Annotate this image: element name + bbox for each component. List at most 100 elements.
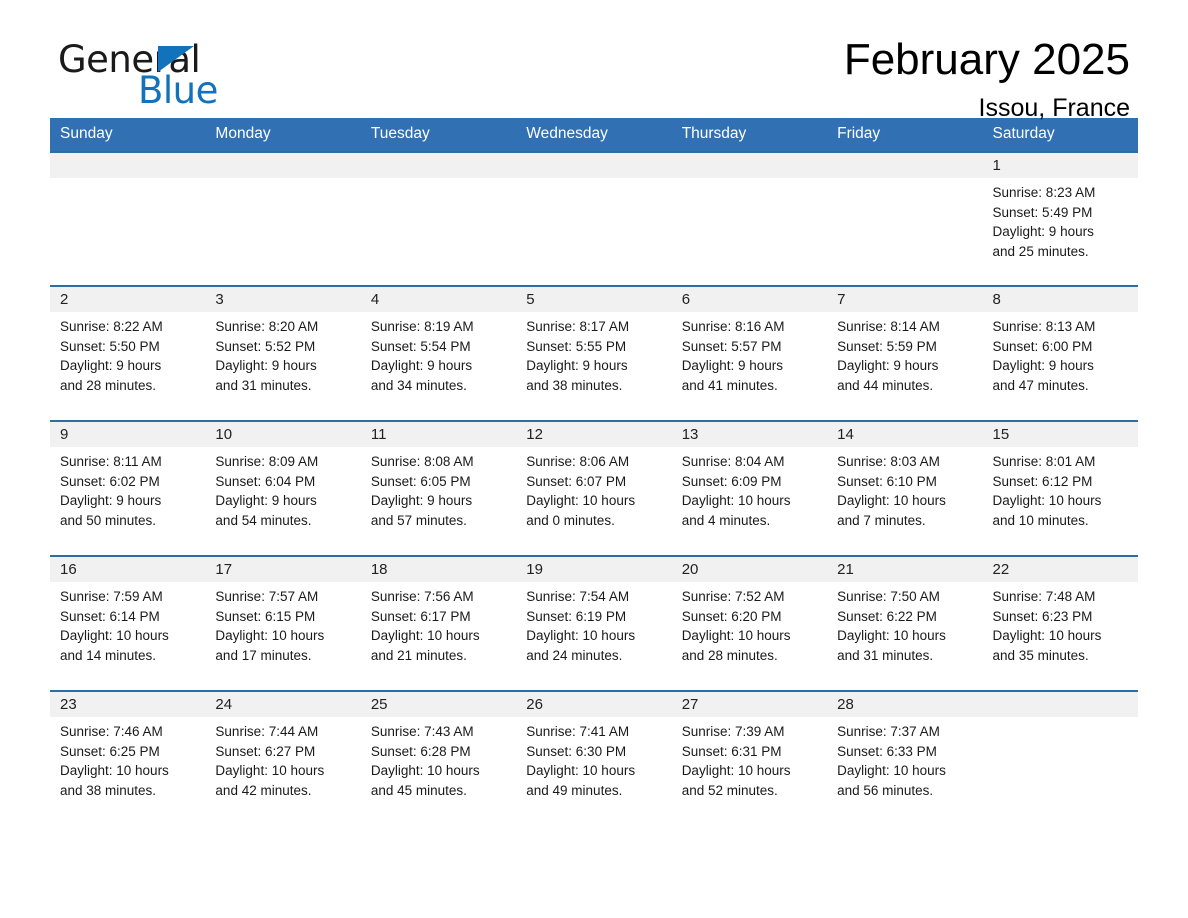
day-details: Sunrise: 7:56 AM Sunset: 6:17 PM Daylight:… xyxy=(361,582,516,665)
sunset-time: Sunset: 6:27 PM xyxy=(215,743,316,759)
sunrise-time: Sunrise: 8:16 AM xyxy=(681,319,785,334)
calendar-day-cell[interactable]: 25 Sunrise: 7:43 AM Sunset: 6:28 PM Dayligh… xyxy=(360,690,517,825)
daylight-duration-line2: and 41 minutes. xyxy=(681,377,778,393)
sunset-time: Sunset: 5:55 PM xyxy=(526,338,627,354)
calendar-day-cell[interactable]: 1 Sunrise: 8:23 AM Sunset: 5:49 PM Daylight… xyxy=(982,151,1138,286)
sunset-time: Sunset: 6:22 PM xyxy=(837,608,937,624)
day-details: Sunrise: 7:46 AM Sunset: 6:25 PM Daylight:… xyxy=(50,717,205,800)
generalblue-logo[interactable]: General Blue xyxy=(58,40,318,112)
calendar-day-cell[interactable]: 12 Sunrise: 8:06 AM Sunset: 6:07 PM Dayligh… xyxy=(516,420,672,556)
calendar-body: 1 Sunrise: 8:23 AM Sunset: 5:49 PM Daylight… xyxy=(50,151,1138,825)
daylight-duration-line1: Daylight: 10 hours xyxy=(681,493,791,509)
day-number: 26 xyxy=(516,692,672,717)
sunset-time: Sunset: 6:30 PM xyxy=(526,743,627,759)
calendar-day-cell[interactable]: 8 Sunrise: 8:13 AM Sunset: 6:00 PM Daylight… xyxy=(982,285,1138,421)
cell-inner: 18 Sunrise: 7:56 AM Sunset: 6:17 PM Dayligh… xyxy=(360,557,517,690)
day-details: Sunrise: 7:37 AM Sunset: 6:33 PM Daylight:… xyxy=(827,717,982,800)
day-number: 2 xyxy=(50,287,206,312)
calendar-day-cell[interactable]: 22 Sunrise: 7:48 AM Sunset: 6:23 PM Dayligh… xyxy=(982,555,1138,691)
calendar-day-cell[interactable]: 7 Sunrise: 8:14 AM Sunset: 5:59 PM Daylight… xyxy=(827,285,983,421)
day-number: 23 xyxy=(50,692,206,717)
daylight-duration-line2: and 49 minutes. xyxy=(526,782,623,798)
cell-inner xyxy=(50,153,206,285)
daylight-duration-line1: Daylight: 10 hours xyxy=(681,763,791,779)
daylight-duration-line1: Daylight: 9 hours xyxy=(215,358,317,374)
cell-inner: 13 Sunrise: 8:04 AM Sunset: 6:09 PM Dayligh… xyxy=(671,422,828,555)
day-details: Sunrise: 8:08 AM Sunset: 6:05 PM Daylight:… xyxy=(361,447,516,530)
day-number: 28 xyxy=(827,692,983,717)
day-number: 21 xyxy=(827,557,983,582)
sunrise-time: Sunrise: 7:46 AM xyxy=(60,724,163,739)
day-details: Sunrise: 8:11 AM Sunset: 6:02 PM Daylight:… xyxy=(50,447,205,530)
sunrise-time: Sunrise: 7:37 AM xyxy=(837,724,940,739)
calendar-day-cell[interactable]: 23 Sunrise: 7:46 AM Sunset: 6:25 PM Dayligh… xyxy=(50,690,206,825)
calendar-day-cell[interactable]: 17 Sunrise: 7:57 AM Sunset: 6:15 PM Dayligh… xyxy=(205,555,361,691)
day-number xyxy=(516,153,672,178)
day-details: Sunrise: 8:06 AM Sunset: 6:07 PM Daylight:… xyxy=(516,447,671,530)
sunrise-time: Sunrise: 8:06 AM xyxy=(526,454,630,469)
sunset-time: Sunset: 6:23 PM xyxy=(992,608,1093,624)
daylight-duration-line1: Daylight: 10 hours xyxy=(526,493,636,509)
sunset-time: Sunset: 6:09 PM xyxy=(681,473,782,489)
daylight-duration-line1: Daylight: 9 hours xyxy=(526,358,628,374)
calendar-day-cell[interactable]: 21 Sunrise: 7:50 AM Sunset: 6:22 PM Dayligh… xyxy=(827,555,983,691)
calendar-day-cell[interactable]: 2 Sunrise: 8:22 AM Sunset: 5:50 PM Daylight… xyxy=(50,285,206,421)
day-number: 4 xyxy=(360,287,517,312)
calendar-day-cell[interactable]: 14 Sunrise: 8:03 AM Sunset: 6:10 PM Dayligh… xyxy=(827,420,983,556)
daylight-duration-line1: Daylight: 10 hours xyxy=(370,763,480,779)
calendar-day-cell[interactable]: 26 Sunrise: 7:41 AM Sunset: 6:30 PM Dayligh… xyxy=(516,690,672,825)
sunset-time: Sunset: 6:15 PM xyxy=(215,608,316,624)
calendar-day-cell[interactable]: 4 Sunrise: 8:19 AM Sunset: 5:54 PM Daylight… xyxy=(360,285,517,421)
day-number: 15 xyxy=(982,422,1138,447)
weekday-header-monday: Monday xyxy=(205,118,361,152)
sunset-time: Sunset: 6:04 PM xyxy=(215,473,316,489)
sunset-time: Sunset: 6:14 PM xyxy=(60,608,160,624)
cell-inner xyxy=(516,153,672,285)
calendar-day-cell[interactable]: 20 Sunrise: 7:52 AM Sunset: 6:20 PM Dayligh… xyxy=(671,555,828,691)
calendar-day-cell[interactable]: 15 Sunrise: 8:01 AM Sunset: 6:12 PM Dayligh… xyxy=(982,420,1138,556)
cell-inner: 5 Sunrise: 8:17 AM Sunset: 5:55 PM Daylight… xyxy=(516,287,672,420)
daylight-duration-line1: Daylight: 9 hours xyxy=(681,358,783,374)
sunset-time: Sunset: 6:07 PM xyxy=(526,473,627,489)
calendar-day-cell[interactable]: 18 Sunrise: 7:56 AM Sunset: 6:17 PM Dayligh… xyxy=(360,555,517,691)
daylight-duration-line2: and 14 minutes. xyxy=(60,647,157,663)
day-number: 13 xyxy=(671,422,828,447)
calendar-day-cell[interactable]: 3 Sunrise: 8:20 AM Sunset: 5:52 PM Daylight… xyxy=(205,285,361,421)
calendar-day-cell[interactable]: 6 Sunrise: 8:16 AM Sunset: 5:57 PM Daylight… xyxy=(671,285,828,421)
cell-inner: 16 Sunrise: 7:59 AM Sunset: 6:14 PM Dayligh… xyxy=(50,557,206,690)
calendar-day-cell[interactable]: 11 Sunrise: 8:08 AM Sunset: 6:05 PM Dayligh… xyxy=(360,420,517,556)
daylight-duration-line2: and 24 minutes. xyxy=(526,647,623,663)
calendar-cell-empty xyxy=(982,690,1138,825)
day-details: Sunrise: 8:01 AM Sunset: 6:12 PM Daylight:… xyxy=(983,447,1138,530)
calendar-page: General Blue February 2025 Issou, France… xyxy=(0,0,1188,918)
calendar-day-cell[interactable]: 13 Sunrise: 8:04 AM Sunset: 6:09 PM Dayligh… xyxy=(671,420,828,556)
sunset-time: Sunset: 6:02 PM xyxy=(60,473,160,489)
day-details: Sunrise: 7:43 AM Sunset: 6:28 PM Daylight:… xyxy=(361,717,516,800)
daylight-duration-line1: Daylight: 10 hours xyxy=(60,763,169,779)
sunrise-time: Sunrise: 7:52 AM xyxy=(681,589,785,604)
sunrise-time: Sunrise: 8:19 AM xyxy=(370,319,474,334)
sunrise-time: Sunrise: 8:09 AM xyxy=(215,454,319,469)
daylight-duration-line1: Daylight: 10 hours xyxy=(370,628,480,644)
sunset-time: Sunset: 5:54 PM xyxy=(370,338,471,354)
calendar-day-cell[interactable]: 24 Sunrise: 7:44 AM Sunset: 6:27 PM Dayligh… xyxy=(205,690,361,825)
daylight-duration-line1: Daylight: 10 hours xyxy=(992,628,1102,644)
day-number: 14 xyxy=(827,422,983,447)
cell-inner: 20 Sunrise: 7:52 AM Sunset: 6:20 PM Dayligh… xyxy=(671,557,828,690)
calendar-day-cell[interactable]: 28 Sunrise: 7:37 AM Sunset: 6:33 PM Dayligh… xyxy=(827,690,983,825)
calendar-table: Sunday Monday Tuesday Wednesday Thursday… xyxy=(50,118,1138,825)
sunrise-time: Sunrise: 7:44 AM xyxy=(215,724,319,739)
day-number: 3 xyxy=(205,287,361,312)
calendar-day-cell[interactable]: 9 Sunrise: 8:11 AM Sunset: 6:02 PM Daylight… xyxy=(50,420,206,556)
sunrise-time: Sunrise: 8:04 AM xyxy=(681,454,785,469)
calendar-day-cell[interactable]: 5 Sunrise: 8:17 AM Sunset: 5:55 PM Daylight… xyxy=(516,285,672,421)
calendar-day-cell[interactable]: 10 Sunrise: 8:09 AM Sunset: 6:04 PM Dayligh… xyxy=(205,420,361,556)
day-number: 19 xyxy=(516,557,672,582)
calendar-week-row: 23 Sunrise: 7:46 AM Sunset: 6:25 PM Dayligh… xyxy=(50,690,1138,825)
calendar-day-cell[interactable]: 19 Sunrise: 7:54 AM Sunset: 6:19 PM Dayligh… xyxy=(516,555,672,691)
day-number: 8 xyxy=(982,287,1138,312)
calendar-day-cell[interactable]: 27 Sunrise: 7:39 AM Sunset: 6:31 PM Dayligh… xyxy=(671,690,828,825)
day-details: Sunrise: 7:41 AM Sunset: 6:30 PM Daylight:… xyxy=(516,717,671,800)
calendar-day-cell[interactable]: 16 Sunrise: 7:59 AM Sunset: 6:14 PM Dayligh… xyxy=(50,555,206,691)
day-number xyxy=(671,153,828,178)
